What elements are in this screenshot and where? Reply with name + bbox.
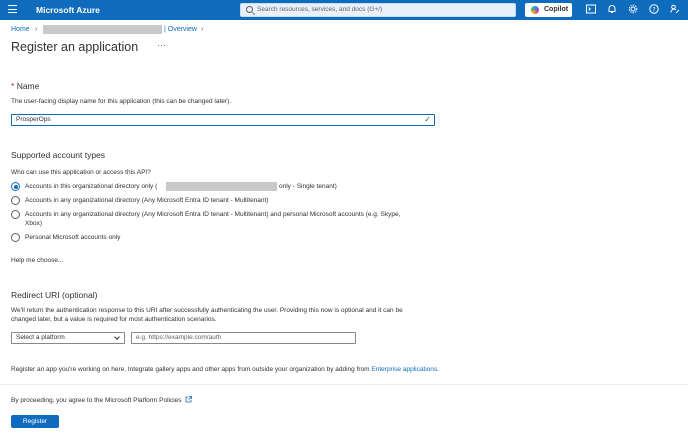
- copilot-button[interactable]: Copilot: [525, 3, 572, 17]
- top-bar: Microsoft Azure Search resources, servic…: [0, 0, 688, 20]
- name-label: * Name: [11, 81, 39, 91]
- menu-icon[interactable]: [8, 5, 17, 14]
- register-note-end: .: [437, 366, 439, 373]
- page-title: Register an application: [11, 40, 139, 54]
- label-personal-only[interactable]: Personal Microsoft accounts only: [25, 233, 120, 242]
- divider: [0, 384, 688, 385]
- redirect-heading: Redirect URI (optional): [11, 290, 98, 300]
- search-input[interactable]: Search resources, services, and docs (G+…: [240, 3, 516, 17]
- register-button[interactable]: Register: [11, 415, 59, 428]
- cloud-shell-icon[interactable]: [585, 4, 597, 16]
- settings-gear-icon[interactable]: [627, 4, 639, 16]
- platform-select[interactable]: Select a platform: [11, 332, 125, 344]
- account-types-question: Who can use this application or access t…: [11, 169, 151, 176]
- platform-policies-text: By proceeding, you agree to the Microsof…: [11, 397, 182, 404]
- search-icon: [246, 6, 253, 13]
- register-note-text: Register an app you're working on here. …: [11, 366, 370, 373]
- name-input-value: ProsperOps: [16, 116, 51, 123]
- name-label-text: Name: [16, 81, 40, 91]
- chevron-right-icon: ›: [201, 26, 204, 33]
- valid-check-icon: ✓: [424, 115, 431, 124]
- help-icon[interactable]: ?: [648, 4, 660, 16]
- name-input[interactable]: ProsperOps ✓: [11, 114, 435, 126]
- help-me-choose-link[interactable]: Help me choose...: [11, 256, 63, 265]
- chevron-right-icon: ›: [35, 26, 38, 33]
- redirect-uri-placeholder: e.g. https://example.com/auth: [136, 334, 222, 341]
- chevron-down-icon: [114, 334, 120, 340]
- radio-single-tenant[interactable]: [11, 182, 20, 191]
- external-link-icon: [185, 396, 193, 403]
- label-multitenant-personal-cont[interactable]: Xbox): [25, 219, 42, 228]
- copilot-label: Copilot: [544, 6, 569, 13]
- search-placeholder: Search resources, services, and docs (G+…: [257, 6, 383, 13]
- copilot-icon: [531, 6, 539, 14]
- svg-text:?: ?: [652, 6, 655, 13]
- account-types-heading: Supported account types: [11, 150, 106, 160]
- notifications-icon[interactable]: [606, 4, 618, 16]
- required-mark: *: [11, 81, 15, 91]
- feedback-icon[interactable]: [669, 4, 681, 16]
- radio-personal-only[interactable]: [11, 233, 20, 242]
- label-multitenant-personal[interactable]: Accounts in any organizational directory…: [25, 210, 400, 219]
- single-tenant-suffix: only - Single tenant): [279, 183, 337, 190]
- more-options-icon[interactable]: ···: [157, 40, 166, 50]
- portal-brand[interactable]: Microsoft Azure: [36, 5, 100, 15]
- redirect-uri-input[interactable]: e.g. https://example.com/auth: [131, 332, 356, 344]
- redacted-directory-name: [166, 182, 277, 191]
- breadcrumb-overview[interactable]: | Overview: [164, 25, 197, 34]
- single-tenant-prefix: Accounts in this organizational director…: [25, 183, 158, 190]
- enterprise-applications-link[interactable]: Enterprise applications: [371, 366, 437, 373]
- name-description: The user-facing display name for this ap…: [11, 98, 232, 105]
- radio-multitenant[interactable]: [11, 196, 20, 205]
- platform-select-value: Select a platform: [16, 334, 65, 341]
- redacted-tenant-name: [43, 25, 162, 34]
- label-multitenant[interactable]: Accounts in any organizational directory…: [25, 196, 269, 205]
- register-note: Register an app you're working on here. …: [11, 365, 439, 374]
- breadcrumb-home[interactable]: Home: [11, 25, 30, 34]
- redirect-description-2: changed later, but a value is required f…: [11, 316, 217, 323]
- platform-policies-link[interactable]: By proceeding, you agree to the Microsof…: [11, 396, 193, 405]
- redirect-description-1: We'll return the authentication response…: [11, 307, 403, 314]
- radio-multitenant-personal[interactable]: [11, 210, 20, 219]
